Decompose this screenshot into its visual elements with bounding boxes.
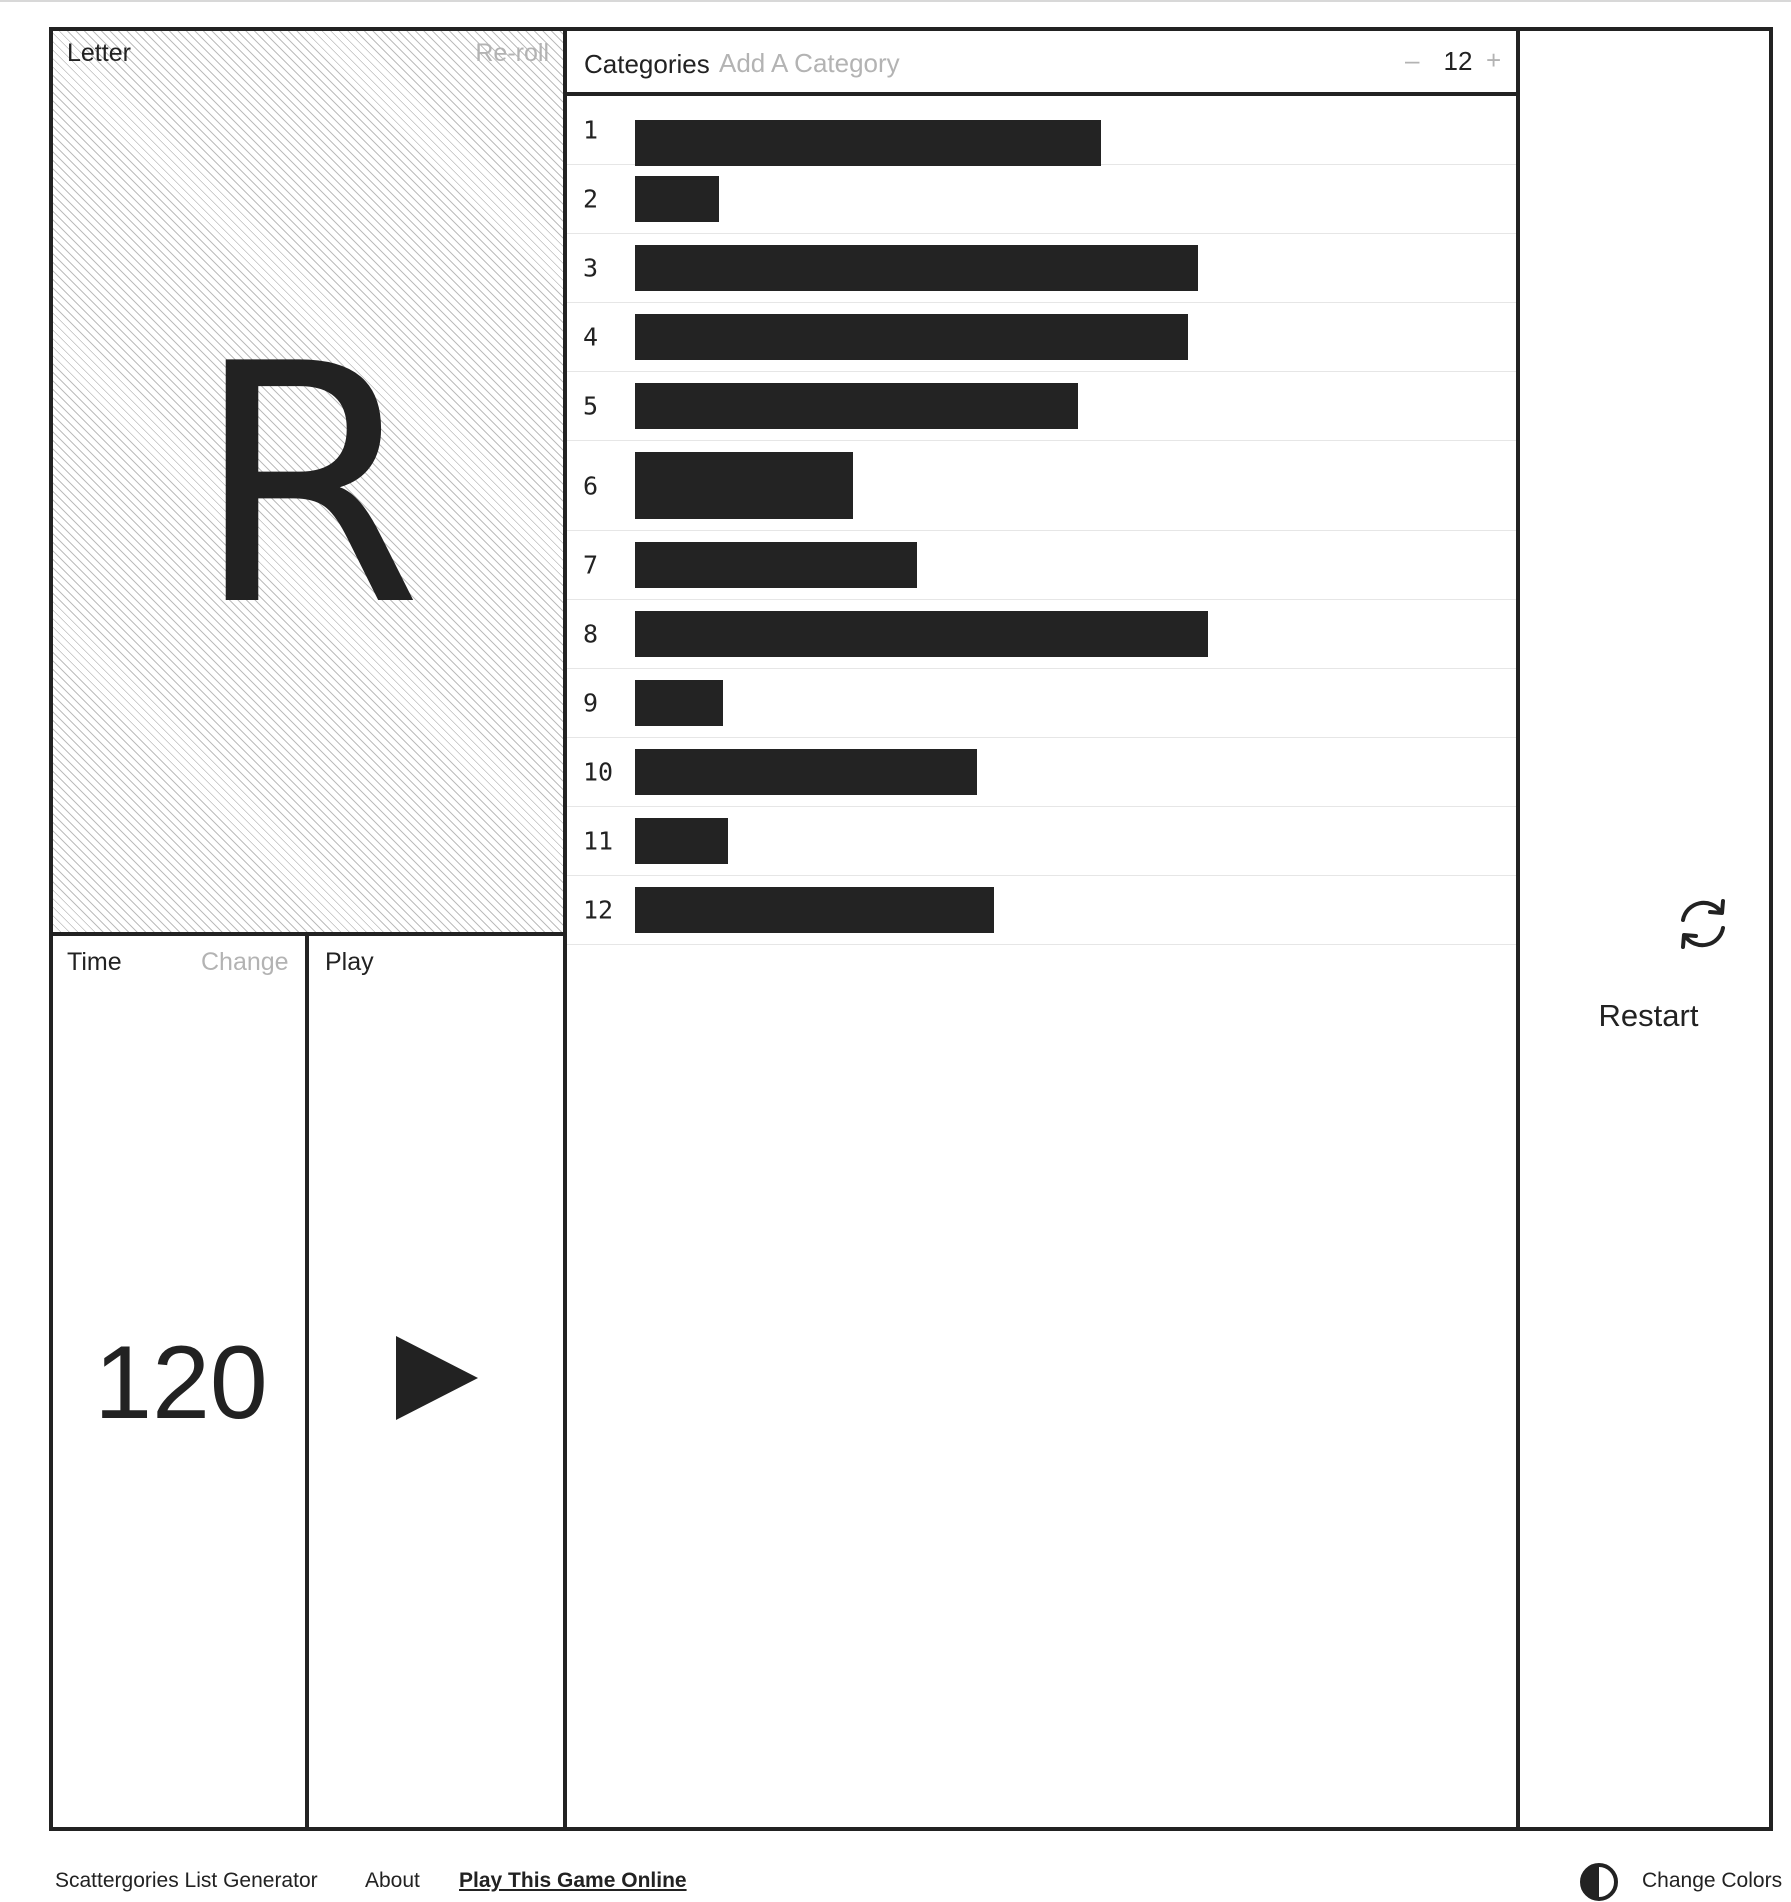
category-number: 10 (583, 757, 614, 787)
letter-panel: Letter Re-roll R (53, 31, 563, 932)
change-time-button[interactable]: Change (201, 950, 289, 975)
category-row[interactable]: 5 (567, 372, 1517, 441)
category-count-decrement[interactable]: – (1405, 45, 1419, 76)
category-number: 5 (583, 391, 599, 421)
category-row[interactable]: 1 (567, 96, 1517, 166)
current-letter: R (193, 294, 423, 678)
category-number: 2 (583, 184, 599, 214)
restart-column-divider (1516, 31, 1520, 1827)
categories-label: Categories (584, 49, 710, 79)
category-hidden-bar (635, 383, 1078, 429)
category-row[interactable]: 9 (567, 669, 1517, 738)
timer-value: 120 (94, 1325, 268, 1441)
category-hidden-bar (635, 749, 977, 795)
category-row[interactable]: 2 (567, 165, 1517, 234)
category-count-increment[interactable]: + (1486, 45, 1501, 76)
play-icon[interactable] (396, 1336, 478, 1420)
category-hidden-bar (635, 818, 728, 864)
category-row[interactable]: 12 (567, 876, 1517, 945)
category-number: 11 (583, 826, 614, 856)
category-hidden-bar (635, 176, 719, 222)
category-hidden-bar (635, 611, 1208, 657)
add-category-input[interactable] (719, 45, 1019, 81)
time-label: Time (67, 948, 122, 976)
category-number: 1 (583, 115, 599, 145)
footer-title-link[interactable]: Scattergories List Generator (55, 1870, 318, 1891)
category-row[interactable]: 7 (567, 531, 1517, 600)
category-count: 12 (1443, 46, 1473, 76)
category-row[interactable]: 11 (567, 807, 1517, 876)
category-number: 8 (583, 619, 599, 649)
play-label: Play (325, 948, 374, 976)
category-row[interactable]: 4 (567, 303, 1517, 372)
footer-play-online-link[interactable]: Play This Game Online (459, 1870, 687, 1891)
category-hidden-bar (635, 120, 1101, 166)
category-hidden-bar (635, 314, 1188, 360)
change-colors-button[interactable]: Change Colors (1642, 1870, 1782, 1891)
footer-about-link[interactable]: About (365, 1870, 420, 1891)
restart-label: Restart (1598, 998, 1699, 1033)
category-number: 4 (583, 322, 599, 352)
top-divider (0, 0, 1791, 2)
contrast-icon[interactable] (1579, 1862, 1619, 1902)
category-number: 3 (583, 253, 599, 283)
letter-divider (53, 932, 567, 936)
category-row[interactable]: 10 (567, 738, 1517, 807)
reroll-button[interactable]: Re-roll (475, 41, 549, 66)
category-list: 1 2 3 4 5 6 7 8 9 10 11 12 (567, 96, 1517, 945)
category-number: 6 (583, 471, 599, 500)
category-row[interactable]: 3 (567, 234, 1517, 303)
category-row[interactable]: 8 (567, 600, 1517, 669)
letter-label: Letter (67, 39, 131, 67)
category-number: 12 (583, 895, 614, 925)
category-hidden-bar (635, 245, 1198, 291)
refresh-icon[interactable] (1675, 897, 1731, 951)
category-number: 9 (583, 688, 599, 718)
game-board: Letter Re-roll R Time Change 120 Play Ca… (49, 27, 1773, 1831)
category-hidden-bar (635, 680, 723, 726)
restart-button[interactable] (1524, 31, 1773, 1827)
category-hidden-bar (635, 542, 917, 588)
category-number: 7 (583, 550, 599, 580)
category-hidden-bar (635, 887, 994, 933)
category-hidden-bar (635, 452, 853, 519)
category-row[interactable]: 6 (567, 441, 1517, 531)
